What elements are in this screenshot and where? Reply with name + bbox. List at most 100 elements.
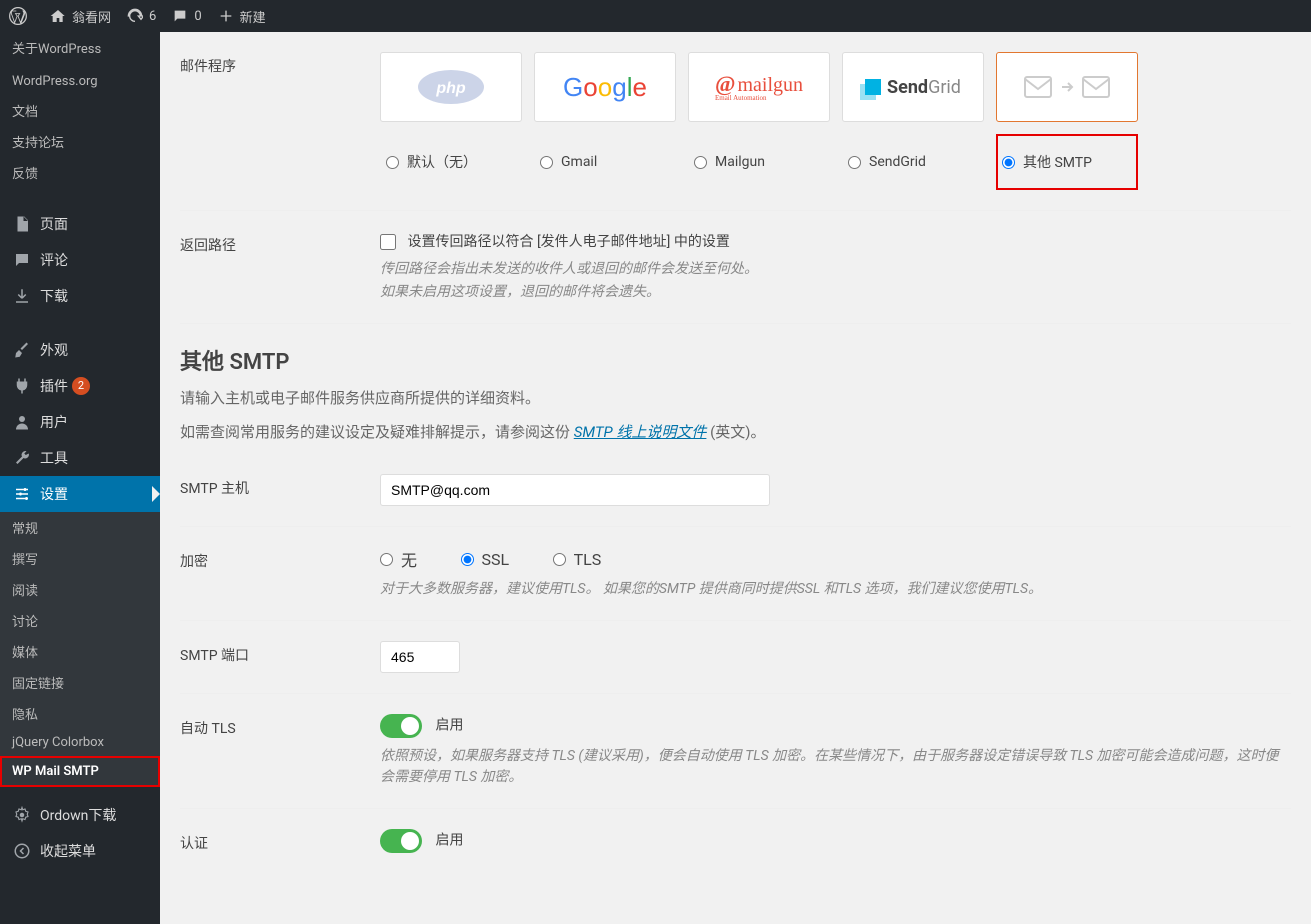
radio-input[interactable] <box>694 156 707 169</box>
radio-input[interactable] <box>380 553 393 566</box>
mailer-card-default[interactable]: php <box>380 52 522 122</box>
section-subtitle: 请输入主机或电子邮件服务供应商所提供的详细资料。 <box>180 386 1291 410</box>
sidebar-about[interactable]: 关于WordPress <box>0 32 160 63</box>
label-mailer: 邮件程序 <box>180 52 380 190</box>
sidebar-ordown[interactable]: Ordown下载 <box>0 797 160 833</box>
wp-logo-menu[interactable] <box>8 6 34 26</box>
collapse-icon <box>12 842 32 860</box>
download-icon <box>12 287 32 305</box>
sidebar-sub-permalinks[interactable]: 固定链接 <box>0 667 160 698</box>
comments-count: 0 <box>194 9 201 24</box>
wordpress-icon <box>8 6 28 26</box>
encryption-radio-none[interactable]: 无 <box>380 547 417 571</box>
mailer-radio-other-smtp[interactable]: 其他 SMTP <box>996 134 1138 190</box>
google-logo-icon: Google <box>563 72 647 103</box>
sidebar-sub-jquery-colorbox[interactable]: jQuery Colorbox <box>0 729 160 756</box>
new-content-menu[interactable]: 新建 <box>218 7 266 26</box>
radio-label: TLS <box>574 550 602 569</box>
auto-tls-desc: 依照预设，如果服务器支持 TLS (建议采用)，便会自动使用 TLS 加密。在某… <box>380 746 1291 788</box>
radio-label: Gmail <box>561 154 597 170</box>
sidebar-pages[interactable]: 页面 <box>0 206 160 242</box>
sidebar-item-label: 收起菜单 <box>40 841 96 861</box>
label-return-path: 返回路径 <box>180 231 380 303</box>
plugins-update-badge: 2 <box>72 377 90 395</box>
sidebar-item-label: 用户 <box>40 412 68 432</box>
sidebar-support[interactable]: 支持论坛 <box>0 126 160 157</box>
help-suffix: (英文)。 <box>706 423 765 441</box>
settings-content: 邮件程序 php Google @mailgunEmail Automation… <box>160 32 1311 913</box>
encryption-desc: 对于大多数服务器，建议使用TLS。 如果您的SMTP 提供商同时提供SSL 和T… <box>380 579 1291 600</box>
encryption-radio-ssl[interactable]: SSL <box>461 550 510 569</box>
sidebar-docs[interactable]: 文档 <box>0 95 160 126</box>
radio-label: 默认（无） <box>407 152 477 172</box>
radio-label: SSL <box>482 550 510 569</box>
sidebar-plugins[interactable]: 插件2 <box>0 368 160 404</box>
help-prefix: 如需查阅常用服务的建议设定及疑难排解提示，请参阅这份 <box>180 423 574 441</box>
radio-label: 无 <box>401 547 417 571</box>
mailer-radio-sendgrid[interactable]: SendGrid <box>842 134 984 190</box>
mailer-card-sendgrid[interactable]: SendGrid <box>842 52 984 122</box>
encryption-radio-tls[interactable]: TLS <box>553 550 602 569</box>
comment-icon <box>172 8 188 24</box>
radio-input[interactable] <box>1002 156 1015 169</box>
mailer-card-mailgun[interactable]: @mailgunEmail Automation <box>688 52 830 122</box>
radio-input[interactable] <box>461 553 474 566</box>
updates-icon <box>127 8 143 24</box>
sidebar-sub-writing[interactable]: 撰写 <box>0 543 160 574</box>
row-return-path: 返回路径 设置传回路径以符合 [发件人电子邮件地址] 中的设置 传回路径会指出未… <box>180 211 1291 324</box>
smtp-docs-link[interactable]: SMTP 线上说明文件 <box>574 423 707 441</box>
section-help: 如需查阅常用服务的建议设定及疑难排解提示，请参阅这份 SMTP 线上说明文件 (… <box>180 420 1291 444</box>
radio-input[interactable] <box>386 156 399 169</box>
sidebar-sub-media[interactable]: 媒体 <box>0 636 160 667</box>
smtp-host-input[interactable] <box>380 474 770 506</box>
admin-sidebar: 关于WordPress WordPress.org 文档 支持论坛 反馈 页面 … <box>0 32 160 924</box>
sidebar-users[interactable]: 用户 <box>0 404 160 440</box>
mailer-radio-mailgun[interactable]: Mailgun <box>688 134 830 190</box>
return-path-checkbox[interactable] <box>380 234 396 250</box>
return-path-desc1: 传回路径会指出未发送的收件人或退回的邮件会发送至何处。 <box>380 259 1291 280</box>
sidebar-item-label: 工具 <box>40 448 68 468</box>
row-auto-tls: 自动 TLS 启用 依照预设，如果服务器支持 TLS (建议采用)，便会自动使用… <box>180 694 1291 809</box>
sidebar-sub-privacy[interactable]: 隐私 <box>0 698 160 729</box>
label-smtp-port: SMTP 端口 <box>180 641 380 673</box>
comments-menu[interactable]: 0 <box>172 8 201 24</box>
smtp-port-input[interactable] <box>380 641 460 673</box>
sidebar-item-label: 插件 <box>40 376 68 396</box>
sidebar-wp-org[interactable]: WordPress.org <box>0 68 160 95</box>
page-icon <box>12 215 32 233</box>
comment-icon <box>12 251 32 269</box>
sidebar-item-label: 页面 <box>40 214 68 234</box>
sidebar-feedback[interactable]: 反馈 <box>0 157 160 188</box>
mailer-radio-gmail[interactable]: Gmail <box>534 134 676 190</box>
label-encryption: 加密 <box>180 547 380 600</box>
sidebar-sub-wp-mail-smtp[interactable]: WP Mail SMTP <box>0 756 160 787</box>
sidebar-tools[interactable]: 工具 <box>0 440 160 476</box>
sidebar-sub-general[interactable]: 常规 <box>0 512 160 543</box>
auto-tls-toggle[interactable] <box>380 714 422 738</box>
mailer-radio-default[interactable]: 默认（无） <box>380 134 522 190</box>
sidebar-sub-discussion[interactable]: 讨论 <box>0 605 160 636</box>
radio-input[interactable] <box>540 156 553 169</box>
sidebar-collapse[interactable]: 收起菜单 <box>0 833 160 869</box>
sidebar-settings[interactable]: 设置 <box>0 476 160 512</box>
label-auth: 认证 <box>180 829 380 853</box>
auto-tls-on-label: 启用 <box>435 718 463 734</box>
updates-menu[interactable]: 6 <box>127 8 156 24</box>
gear-icon <box>12 806 32 824</box>
sliders-icon <box>12 485 32 503</box>
sidebar-downloads[interactable]: 下载 <box>0 278 160 314</box>
sidebar-item-label: 下载 <box>40 286 68 306</box>
smtp-logo-icon <box>1024 76 1110 98</box>
radio-input[interactable] <box>848 156 861 169</box>
mailer-card-other-smtp[interactable] <box>996 52 1138 122</box>
sidebar-comments[interactable]: 评论 <box>0 242 160 278</box>
auth-toggle[interactable] <box>380 829 422 853</box>
return-path-checkbox-wrap[interactable]: 设置传回路径以符合 [发件人电子邮件地址] 中的设置 <box>380 234 730 250</box>
sidebar-appearance[interactable]: 外观 <box>0 332 160 368</box>
mailer-card-gmail[interactable]: Google <box>534 52 676 122</box>
site-name-menu[interactable]: 翁看网 <box>50 7 111 26</box>
sidebar-sub-reading[interactable]: 阅读 <box>0 574 160 605</box>
brush-icon <box>12 341 32 359</box>
label-auto-tls: 自动 TLS <box>180 714 380 788</box>
radio-input[interactable] <box>553 553 566 566</box>
